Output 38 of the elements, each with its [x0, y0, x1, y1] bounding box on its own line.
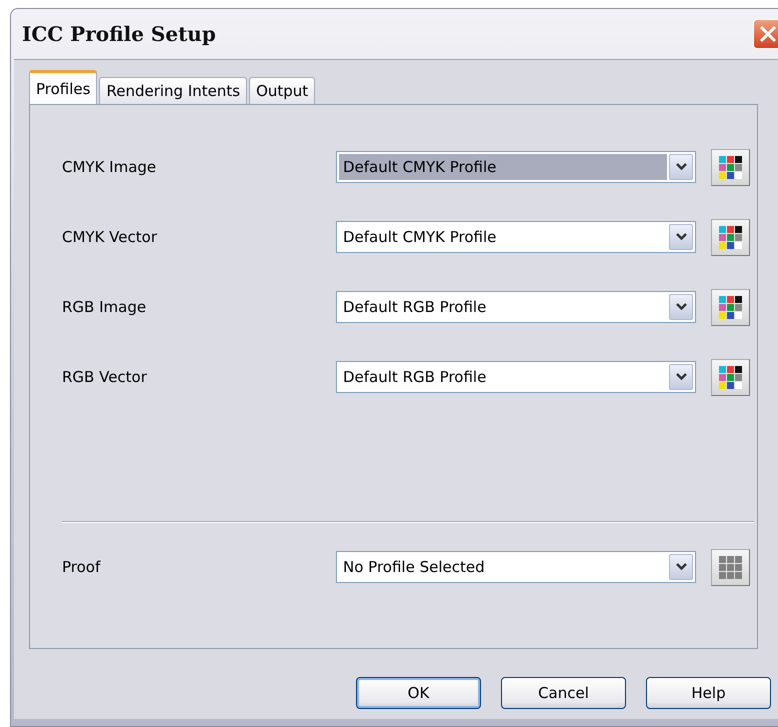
tab[interactable]: Rendering Intents — [99, 77, 248, 104]
color-grid-icon — [719, 296, 742, 318]
color-grid-icon — [719, 366, 742, 388]
chevron-down-icon — [676, 373, 686, 381]
color-grid-icon — [719, 226, 742, 248]
field-label: RGB Vector — [62, 368, 148, 386]
chevron-down-icon — [676, 233, 686, 241]
field-label: RGB Image — [62, 298, 148, 316]
dropdown-value: No Profile Selected — [342, 557, 486, 578]
profile-dropdown[interactable]: No Profile Selected — [336, 551, 696, 583]
close-button[interactable] — [753, 19, 778, 49]
grid-icon — [719, 556, 742, 578]
profile-dropdown[interactable]: Default CMYK Profile — [336, 221, 696, 253]
chevron-down-icon — [676, 163, 686, 171]
profile-picker-button[interactable] — [711, 148, 750, 186]
dialog-button[interactable]: Help — [646, 677, 771, 709]
profile-dropdown[interactable]: Default RGB Profile — [336, 291, 696, 323]
field-label: CMYK Image — [62, 158, 158, 176]
window-title: ICC Profile Setup — [22, 22, 216, 46]
chevron-down-icon — [676, 563, 686, 571]
chevron-down-icon — [676, 303, 686, 311]
field-label: CMYK Vector — [62, 228, 158, 246]
dropdown-value: Default RGB Profile — [342, 297, 488, 318]
close-icon — [759, 25, 777, 43]
tab[interactable]: Profiles — [29, 70, 98, 104]
dropdown-value: Default RGB Profile — [342, 367, 488, 388]
profile-picker-button[interactable] — [711, 218, 750, 256]
dropdown-value: Default CMYK Profile — [342, 227, 498, 248]
tab[interactable]: Output — [249, 77, 316, 104]
dialog-button[interactable]: Cancel — [501, 677, 626, 709]
dropdown-value: Default CMYK Profile — [339, 154, 667, 180]
profile-picker-button[interactable] — [711, 288, 750, 326]
field-label: Proof — [62, 558, 102, 576]
dialog-button[interactable]: OK — [356, 677, 481, 709]
profile-picker-button[interactable] — [711, 358, 750, 396]
color-grid-icon — [719, 156, 742, 178]
profile-dropdown[interactable]: Default CMYK Profile — [336, 151, 696, 183]
profile-dropdown[interactable]: Default RGB Profile — [336, 361, 696, 393]
